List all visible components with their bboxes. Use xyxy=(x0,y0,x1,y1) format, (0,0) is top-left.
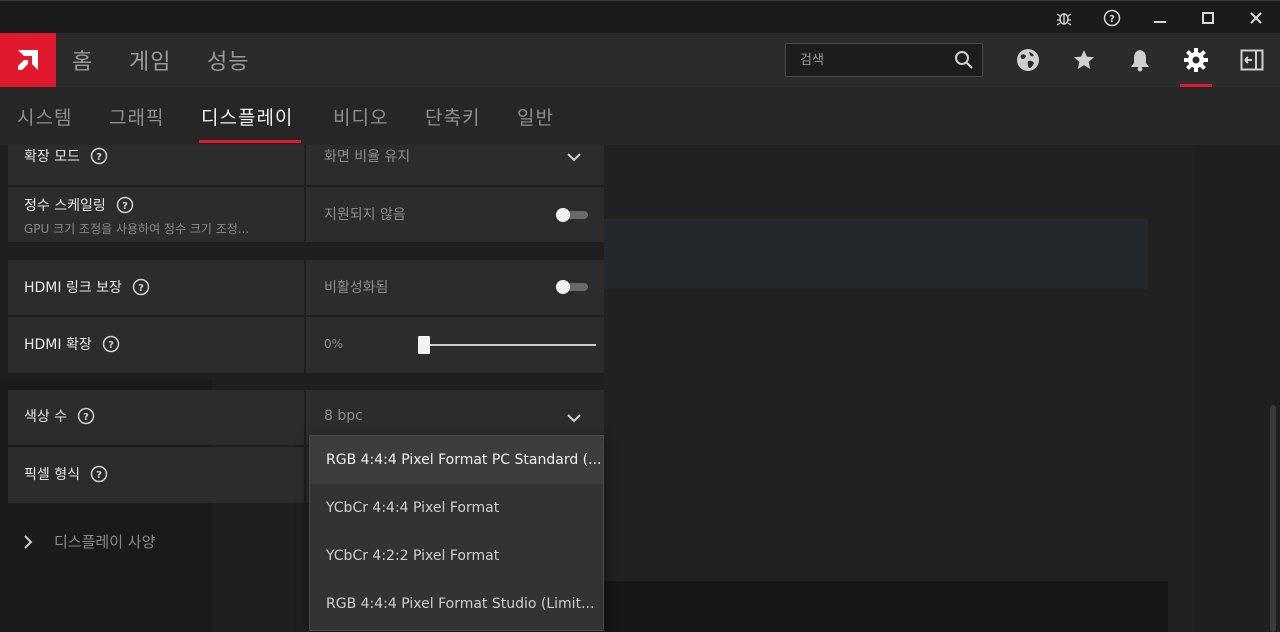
tab-video[interactable]: 비디오 xyxy=(333,87,388,145)
amd-logo[interactable] xyxy=(0,33,56,87)
hdmi-scaling-row: HDMI 확장 ? 0% xyxy=(8,317,604,373)
integer-scaling-toggle[interactable] xyxy=(556,208,588,222)
search-input[interactable] xyxy=(786,44,946,76)
help-icon[interactable]: ? xyxy=(1089,1,1135,34)
hdmi-scaling-slider-thumb[interactable] xyxy=(418,336,430,354)
title-bar: ? xyxy=(0,0,1280,33)
tab-hotkeys[interactable]: 단축키 xyxy=(425,87,480,145)
hdmi-link-row: HDMI 링크 보장 ? 비활성화됨 xyxy=(8,260,604,315)
chevron-right-icon xyxy=(24,534,33,549)
search-box xyxy=(785,43,983,77)
display-settings-content: 확장 모드 ? 화면 비율 유지 정수 스케일링 ? GPU 크기 조정을 사용… xyxy=(0,145,1280,632)
color-depth-label: 색상 수 ? xyxy=(24,405,95,427)
pixel-format-option[interactable]: RGB 4:4:4 Pixel Format Studio (Limit... xyxy=(310,580,603,628)
content-scrollbar[interactable] xyxy=(1270,405,1276,632)
tab-system[interactable]: 시스템 xyxy=(17,87,72,145)
help-icon[interactable]: ? xyxy=(102,335,120,353)
pixel-format-label: 픽셀 형식 ? xyxy=(24,463,108,485)
scaling-mode-value[interactable]: 화면 비율 유지 xyxy=(324,146,410,166)
scaling-mode-row: 확장 모드 ? 화면 비율 유지 xyxy=(8,145,604,185)
tab-graphics[interactable]: 그래픽 xyxy=(109,87,164,145)
main-nav-bar: 홈 게임 성능 xyxy=(0,33,1280,87)
integer-scaling-description: GPU 크기 조정을 사용하여 정수 크기 조정... xyxy=(24,222,250,236)
bug-icon[interactable] xyxy=(1041,1,1087,34)
pixel-format-option[interactable]: RGB 4:4:4 Pixel Format PC Standard (... xyxy=(310,436,603,484)
svg-text:?: ? xyxy=(108,340,114,351)
pixel-format-dropdown: RGB 4:4:4 Pixel Format PC Standard (... … xyxy=(309,435,604,631)
pixel-format-option[interactable]: YCbCr 4:4:4 Pixel Format xyxy=(310,484,603,532)
hdmi-link-label: HDMI 링크 보장 ? xyxy=(24,276,150,298)
svg-text:?: ? xyxy=(138,283,144,294)
svg-text:?: ? xyxy=(122,201,128,212)
hdmi-link-toggle[interactable] xyxy=(556,280,588,294)
tab-display[interactable]: 디스플레이 xyxy=(201,87,293,145)
background-panel-blue xyxy=(604,219,1148,289)
close-icon[interactable] xyxy=(1233,1,1279,34)
sub-nav-bar: 시스템 그래픽 디스플레이 비디오 단축키 일반 xyxy=(0,87,1280,145)
hdmi-scaling-label: HDMI 확장 ? xyxy=(24,333,120,355)
gear-icon[interactable] xyxy=(1168,33,1224,87)
active-tab-indicator xyxy=(199,140,301,143)
sidebar-toggle-icon[interactable] xyxy=(1224,33,1280,87)
tab-general[interactable]: 일반 xyxy=(517,87,554,145)
display-specs-expander[interactable]: 디스플레이 사양 xyxy=(20,531,155,552)
main-tab-gaming[interactable]: 게임 xyxy=(129,33,171,87)
minimize-icon[interactable] xyxy=(1137,1,1183,34)
integer-scaling-label: 정수 스케일링 ? xyxy=(24,194,134,216)
background-panel-bottom xyxy=(604,581,1168,632)
help-icon[interactable]: ? xyxy=(132,278,150,296)
help-icon[interactable]: ? xyxy=(77,407,95,425)
help-icon[interactable]: ? xyxy=(90,147,108,165)
svg-text:?: ? xyxy=(83,412,89,423)
color-depth-value[interactable]: 8 bpc xyxy=(324,408,363,424)
scaling-mode-label: 확장 모드 ? xyxy=(24,145,108,167)
chevron-down-icon[interactable] xyxy=(566,149,582,165)
amd-logo-icon xyxy=(18,50,38,70)
main-tab-performance[interactable]: 성능 xyxy=(207,33,249,87)
hdmi-link-value: 비활성화됨 xyxy=(324,280,389,296)
integer-scaling-row: 정수 스케일링 ? GPU 크기 조정을 사용하여 정수 크기 조정... 지원… xyxy=(8,187,604,242)
star-icon[interactable] xyxy=(1056,33,1112,87)
pixel-format-option[interactable]: YCbCr 4:2:2 Pixel Format xyxy=(310,532,603,580)
help-icon[interactable]: ? xyxy=(116,196,134,214)
svg-text:?: ? xyxy=(1109,14,1115,25)
hdmi-scaling-value: 0% xyxy=(324,337,344,351)
svg-text:?: ? xyxy=(96,152,102,163)
main-tab-home[interactable]: 홈 xyxy=(72,33,93,87)
bell-icon[interactable] xyxy=(1112,33,1168,87)
globe-icon[interactable] xyxy=(1000,33,1056,87)
chevron-down-icon[interactable] xyxy=(566,410,582,426)
display-specs-label: 디스플레이 사양 xyxy=(54,533,156,551)
maximize-icon[interactable] xyxy=(1185,1,1231,34)
search-icon[interactable] xyxy=(954,50,974,70)
help-icon[interactable]: ? xyxy=(90,465,108,483)
hdmi-scaling-slider-track[interactable] xyxy=(418,344,596,346)
integer-scaling-value: 지원되지 않음 xyxy=(324,207,406,223)
svg-text:?: ? xyxy=(96,470,102,481)
